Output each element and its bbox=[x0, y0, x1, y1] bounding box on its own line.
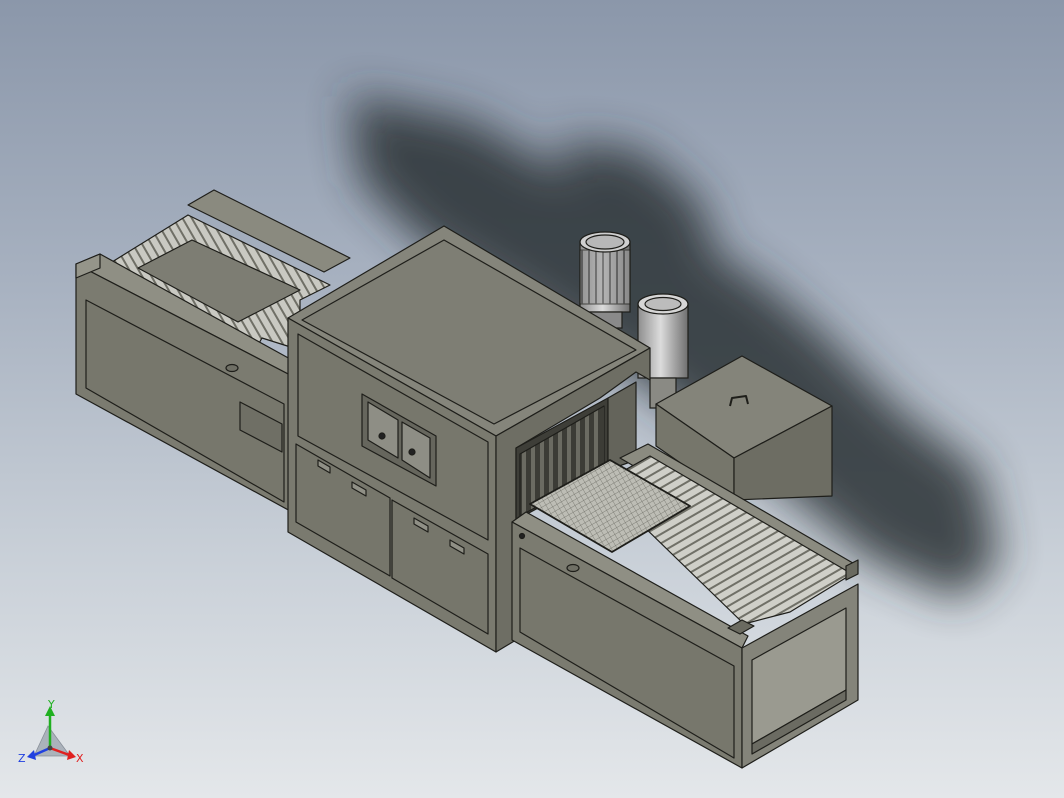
control-knob-right[interactable] bbox=[408, 448, 416, 456]
triad-origin bbox=[47, 745, 53, 751]
left-conveyor-badge bbox=[225, 363, 239, 373]
view-orientation-triad[interactable]: Y X Z bbox=[14, 700, 94, 772]
control-knob-left[interactable] bbox=[378, 432, 386, 440]
y-axis-label: Y bbox=[47, 700, 55, 711]
right-conveyor-badge bbox=[566, 563, 580, 573]
z-axis-arrow-icon bbox=[27, 750, 36, 760]
right-conveyor-indicator bbox=[518, 532, 526, 540]
3d-model-viewport[interactable] bbox=[0, 0, 1064, 798]
x-axis-label: X bbox=[76, 752, 84, 765]
x-axis-arrow-icon bbox=[67, 750, 76, 760]
z-axis-label: Z bbox=[18, 752, 26, 765]
